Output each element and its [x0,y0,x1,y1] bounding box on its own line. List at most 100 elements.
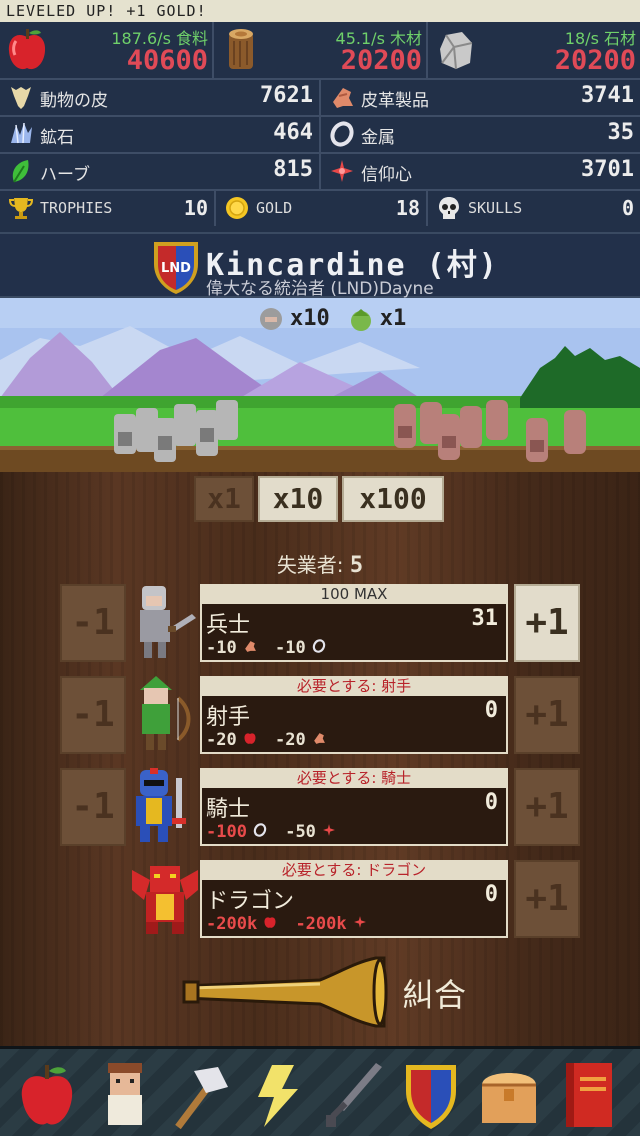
wood-log-icon [229,29,253,69]
unemployed-value: 5 [349,553,364,578]
ore-crystal-icon [11,122,32,144]
bottom-nav [0,1046,640,1136]
archer-portrait-icon [140,676,191,750]
cost-faith: -200k [295,914,347,934]
multiplier-x1-button[interactable]: x1 [194,476,254,522]
soldier-name: 兵士 [206,613,251,638]
wood-value: 20200 [340,45,422,76]
archer-count: 0 [484,698,498,723]
cost-metal: -10 [274,638,306,658]
food-resource[interactable]: 187.6/s 食料 40600 [0,22,214,78]
dragon-name: ドラゴン [206,889,295,914]
trophies-resource[interactable]: TROPHIES 10 [0,191,216,226]
leather-resource[interactable]: 皮革製品 3741 [321,80,640,115]
archer-minus-button[interactable]: -1 [60,676,126,754]
ore-label: 鉱石 [40,128,74,148]
archer-unit-card: 必要とする: 射手 射手 0 -20 -20 [130,676,508,754]
knight-count: 0 [484,790,498,815]
multiplier-x100-button[interactable]: x100 [342,476,444,522]
stone-value: 20200 [554,45,636,76]
soldier-unit-card: 100 MAX 兵士 31 -10 -10 [130,584,508,662]
animal-hide-icon [11,87,31,109]
faith-cross-icon [331,160,353,182]
faith-resource[interactable]: 信仰心 3701 [321,154,640,189]
hide-label: 動物の皮 [40,91,108,111]
soldier-plus-button[interactable]: +1 [514,584,580,662]
trophy-icon [8,198,34,219]
player-army [114,400,238,462]
gold-resource[interactable]: GOLD 18 [216,191,428,226]
metal-resource[interactable]: 金属 35 [321,117,640,152]
village-header: LND Kincardine (村) 偉大なる統治者 (LND)Dayne [0,232,640,299]
archer-cost: -20 -20 [206,730,326,750]
unemployed-count: 失業者: 5 [0,549,640,578]
leather-icon [244,641,256,652]
unemployed-label: 失業者: [276,553,344,577]
ore-value: 464 [273,120,313,145]
multiplier-x10-button[interactable]: x10 [258,476,338,522]
nav-shield-icon[interactable] [398,1057,464,1133]
levelup-banner: LEVELED UP! +1 GOLD! [0,0,640,22]
knight-requirement: 必要とする: 騎士 [200,768,508,788]
knight-plus-button[interactable]: +1 [514,768,580,846]
nav-lightning-icon[interactable] [244,1057,310,1133]
horn-icon[interactable] [180,956,390,1028]
knight-unit-card: 必要とする: 騎士 騎士 0 -100 -50 [130,768,508,846]
resource-row: 鉱石 464 金属 35 [0,115,640,152]
skull-icon [439,197,459,219]
nav-sword-icon[interactable] [320,1057,386,1133]
nav-villager-icon[interactable] [92,1057,158,1133]
metal-ring-icon [312,639,325,653]
army-counts: x10 x1 [258,306,406,332]
hide-resource[interactable]: 動物の皮 7621 [0,80,321,115]
nav-book-icon[interactable] [556,1057,622,1133]
village-ruler: 偉大なる統治者 (LND)Dayne [206,279,434,299]
skulls-label: SKULLS [468,199,523,217]
herb-resource[interactable]: ハーブ 815 [0,154,321,189]
herb-value: 815 [273,157,313,182]
dragon-requirement: 必要とする: ドラゴン [200,860,508,880]
orc-count: x1 [379,306,407,331]
apple-icon [8,29,46,70]
knight-name: 騎士 [206,797,251,822]
stone-resource[interactable]: 18/s 石材 20200 [428,22,640,78]
soldier-count: x10 [290,306,330,331]
dragon-unit-card: 必要とする: ドラゴン ドラゴン 0 -200k -200k [130,860,508,938]
crest-badge-text: LND [161,261,191,276]
archer-info: 射手 0 -20 -20 [200,696,508,754]
apple-icon [244,733,256,744]
skulls-value: 0 [621,196,634,220]
rally-label[interactable]: 糾合 [402,970,466,1016]
orc-head-icon [350,309,371,331]
battle-scene: x10 x1 [0,298,640,472]
food-value: 40600 [126,45,208,76]
cost-food: -200k [206,914,258,934]
apple-icon [264,917,276,928]
cost-leather: -20 [274,730,306,750]
skulls-resource[interactable]: SKULLS 0 [428,191,640,226]
ore-resource[interactable]: 鉱石 464 [0,117,321,152]
crest-shield-icon: LND [154,242,198,294]
faith-cross-icon [353,916,366,928]
archer-plus-button[interactable]: +1 [514,676,580,754]
soldier-portrait-icon [140,586,196,658]
metal-ring-icon [330,121,354,147]
knight-minus-button[interactable]: -1 [60,768,126,846]
wood-resource[interactable]: 45.1/s 木材 20200 [214,22,428,78]
soldier-head-icon [260,308,282,330]
nav-chest-icon[interactable] [476,1057,542,1133]
cost-metal: -100 [206,822,247,842]
nav-hammer-icon[interactable] [168,1057,234,1133]
dragon-plus-button[interactable]: +1 [514,860,580,938]
metal-value: 35 [607,120,635,145]
cost-food: -20 [206,730,237,750]
dragon-count: 0 [484,882,498,907]
faith-value: 3701 [581,157,634,182]
faith-label: 信仰心 [361,165,412,185]
resource-row: ハーブ 815 信仰心 3701 [0,152,640,189]
cost-faith: -50 [285,822,316,842]
archer-requirement: 必要とする: 射手 [200,676,508,696]
soldier-minus-button[interactable]: -1 [60,584,126,662]
nav-apple-icon[interactable] [14,1057,80,1133]
gold-value: 18 [395,196,420,220]
